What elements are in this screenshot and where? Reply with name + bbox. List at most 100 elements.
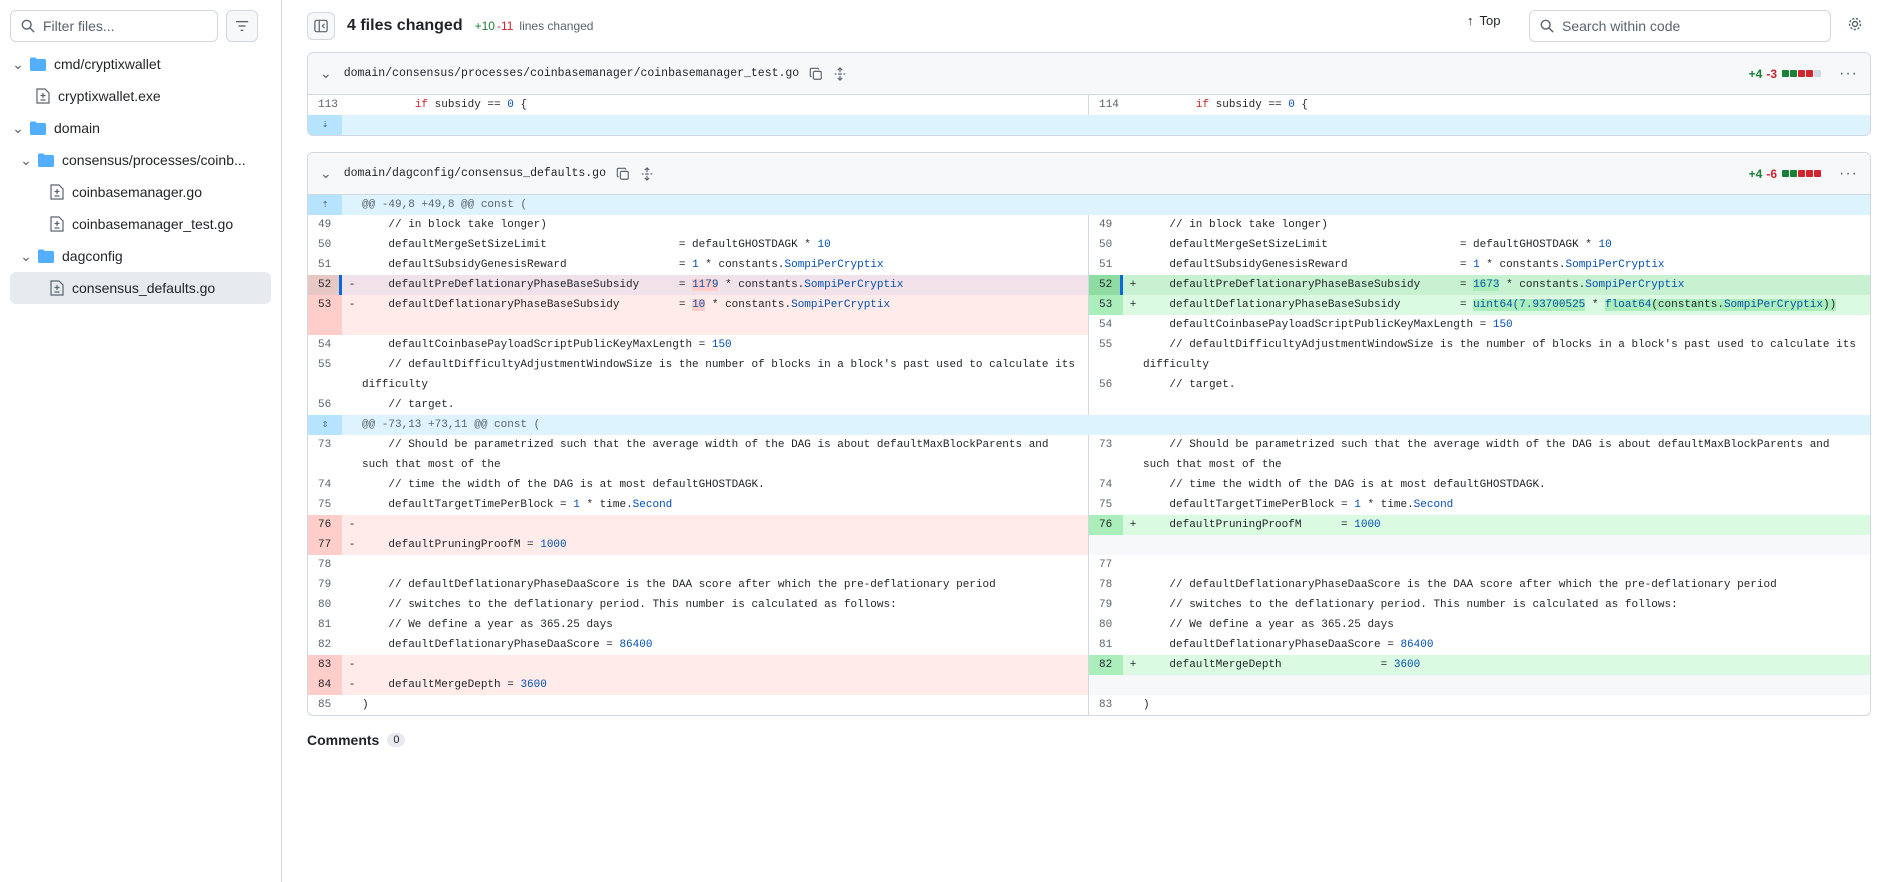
tree-folder-domain[interactable]: ⌄ domain <box>10 112 271 144</box>
line-number[interactable]: 78 <box>308 555 342 575</box>
filter-files-box[interactable] <box>10 10 218 42</box>
kebab-menu-icon[interactable]: ··· <box>1839 165 1858 183</box>
chevron-down-icon[interactable]: ⌄ <box>320 165 332 182</box>
file-deletions: -6 <box>1766 166 1778 181</box>
code-text: defaultCoinbasePayloadScriptPublicKeyMax… <box>1143 319 1513 331</box>
line-number[interactable]: 55 <box>308 355 342 395</box>
expand-both-icon[interactable]: ⇕ <box>308 415 342 435</box>
line-number[interactable]: 52 <box>308 275 342 295</box>
line-number[interactable]: 77 <box>1089 555 1123 575</box>
line-number[interactable]: 84 <box>308 675 342 695</box>
line-number[interactable]: 73 <box>1089 435 1123 475</box>
copy-icon[interactable] <box>809 67 823 81</box>
hunk-expander[interactable]: ⇣ <box>308 115 1870 135</box>
line-number[interactable]: 79 <box>308 575 342 595</box>
line-number[interactable]: 53 <box>308 295 342 335</box>
comments-heading: Comments 0 <box>307 732 1871 748</box>
line-number[interactable]: 73 <box>308 435 342 475</box>
code-text: // in block take longer) <box>1143 219 1328 231</box>
line-number[interactable] <box>1089 535 1123 555</box>
sidebar-collapse-icon <box>314 19 328 33</box>
hunk-header[interactable]: ⇡ @@ -49,8 +49,8 @@ const ( <box>308 195 1870 215</box>
kebab-menu-icon[interactable]: ··· <box>1839 65 1858 83</box>
code-text: defaultCoinbasePayloadScriptPublicKeyMax… <box>362 339 732 351</box>
tree-file-consensus-defaults-go[interactable]: consensus_defaults.go <box>10 272 271 304</box>
diff-marker <box>1123 335 1143 375</box>
diff-line: 80 // We define a year as 365.25 days <box>1089 615 1870 635</box>
expand-down-icon[interactable]: ⇣ <box>308 115 342 135</box>
chevron-down-icon[interactable]: ⌄ <box>10 120 26 137</box>
chevron-down-icon[interactable]: ⌄ <box>320 65 332 82</box>
code-text: // Should be parametrized such that the … <box>1143 439 1837 471</box>
diff-marker <box>1123 235 1143 255</box>
diff-line: 85) <box>308 695 1088 715</box>
diff-line-deleted: 52- defaultPreDeflationaryPhaseBaseSubsi… <box>308 275 1088 295</box>
line-number[interactable]: 83 <box>1089 695 1123 715</box>
search-within-code-box[interactable] <box>1529 10 1831 42</box>
expand-all-icon[interactable] <box>640 166 654 181</box>
expand-all-icon[interactable] <box>833 66 847 81</box>
line-number[interactable]: 53 <box>1089 295 1123 315</box>
line-number[interactable]: 56 <box>1089 375 1123 395</box>
line-number[interactable]: 54 <box>1089 315 1123 335</box>
chevron-down-icon[interactable]: ⌄ <box>10 56 26 73</box>
line-number[interactable]: 83 <box>308 655 342 675</box>
line-number[interactable]: 85 <box>308 695 342 715</box>
tree-item-label: consensus/processes/coinb... <box>62 152 246 168</box>
line-number[interactable]: 79 <box>1089 595 1123 615</box>
line-number[interactable]: 76 <box>308 515 342 535</box>
line-number[interactable]: 82 <box>1089 655 1123 675</box>
code-text: // target. <box>362 399 455 411</box>
line-number[interactable]: 80 <box>1089 615 1123 635</box>
line-number[interactable]: 114 <box>1089 95 1123 115</box>
line-number[interactable]: 74 <box>1089 475 1123 495</box>
line-number[interactable]: 50 <box>308 235 342 255</box>
tree-file-coinbasemanager-go[interactable]: coinbasemanager.go <box>10 176 271 208</box>
line-number[interactable]: 80 <box>308 595 342 615</box>
tree-file-cryptixwallet-exe[interactable]: cryptixwallet.exe <box>10 80 271 112</box>
tree-folder-dagconfig[interactable]: ⌄ dagconfig <box>10 240 271 272</box>
tree-folder-cmd-cryptixwallet[interactable]: ⌄ cmd/cryptixwallet <box>10 48 271 80</box>
line-number[interactable]: 49 <box>1089 215 1123 235</box>
line-number[interactable]: 75 <box>1089 495 1123 515</box>
code-text: defaultDeflationaryPhaseDaaScore = 86400 <box>362 639 653 651</box>
line-number[interactable]: 81 <box>1089 635 1123 655</box>
line-number[interactable]: 56 <box>308 395 342 415</box>
code-text: // defaultDifficultyAdjustmentWindowSize… <box>362 359 1082 391</box>
line-number[interactable]: 76 <box>1089 515 1123 535</box>
hunk-header[interactable]: ⇕ @@ -73,13 +73,11 @@ const ( <box>308 415 1870 435</box>
line-number[interactable]: 113 <box>308 95 342 115</box>
code-text: if subsidy == 0 { <box>1195 99 1309 111</box>
copy-icon[interactable] <box>616 167 630 181</box>
line-number[interactable]: 51 <box>308 255 342 275</box>
expand-up-icon[interactable]: ⇡ <box>308 195 342 215</box>
line-number[interactable]: 75 <box>308 495 342 515</box>
tree-folder-consensus-processes[interactable]: ⌄ consensus/processes/coinb... <box>10 144 271 176</box>
filter-files-input[interactable] <box>43 18 203 34</box>
diff-marker <box>1123 475 1143 495</box>
chevron-down-icon[interactable]: ⌄ <box>18 248 34 265</box>
tree-file-coinbasemanager-test-go[interactable]: coinbasemanager_test.go <box>10 208 271 240</box>
line-number[interactable]: 78 <box>1089 575 1123 595</box>
file-diff-icon <box>36 88 50 104</box>
line-number[interactable]: 82 <box>308 635 342 655</box>
line-number[interactable]: 52 <box>1089 275 1123 295</box>
line-number[interactable]: 51 <box>1089 255 1123 275</box>
line-number[interactable]: 49 <box>308 215 342 235</box>
toggle-sidebar-button[interactable] <box>307 12 335 40</box>
diff-marker <box>342 615 362 635</box>
line-number[interactable] <box>1089 675 1123 695</box>
settings-button[interactable] <box>1847 16 1863 35</box>
search-within-code-input[interactable] <box>1562 18 1812 34</box>
line-number[interactable]: 54 <box>308 335 342 355</box>
line-number[interactable]: 81 <box>308 615 342 635</box>
line-number[interactable]: 77 <box>308 535 342 555</box>
diff-marker <box>1123 495 1143 515</box>
filter-options-button[interactable] <box>226 10 258 42</box>
chevron-down-icon[interactable]: ⌄ <box>18 152 34 169</box>
line-number[interactable]: 50 <box>1089 235 1123 255</box>
line-number[interactable]: 55 <box>1089 335 1123 375</box>
line-number[interactable]: 74 <box>308 475 342 495</box>
top-button[interactable]: ↑ Top <box>1467 13 1500 28</box>
